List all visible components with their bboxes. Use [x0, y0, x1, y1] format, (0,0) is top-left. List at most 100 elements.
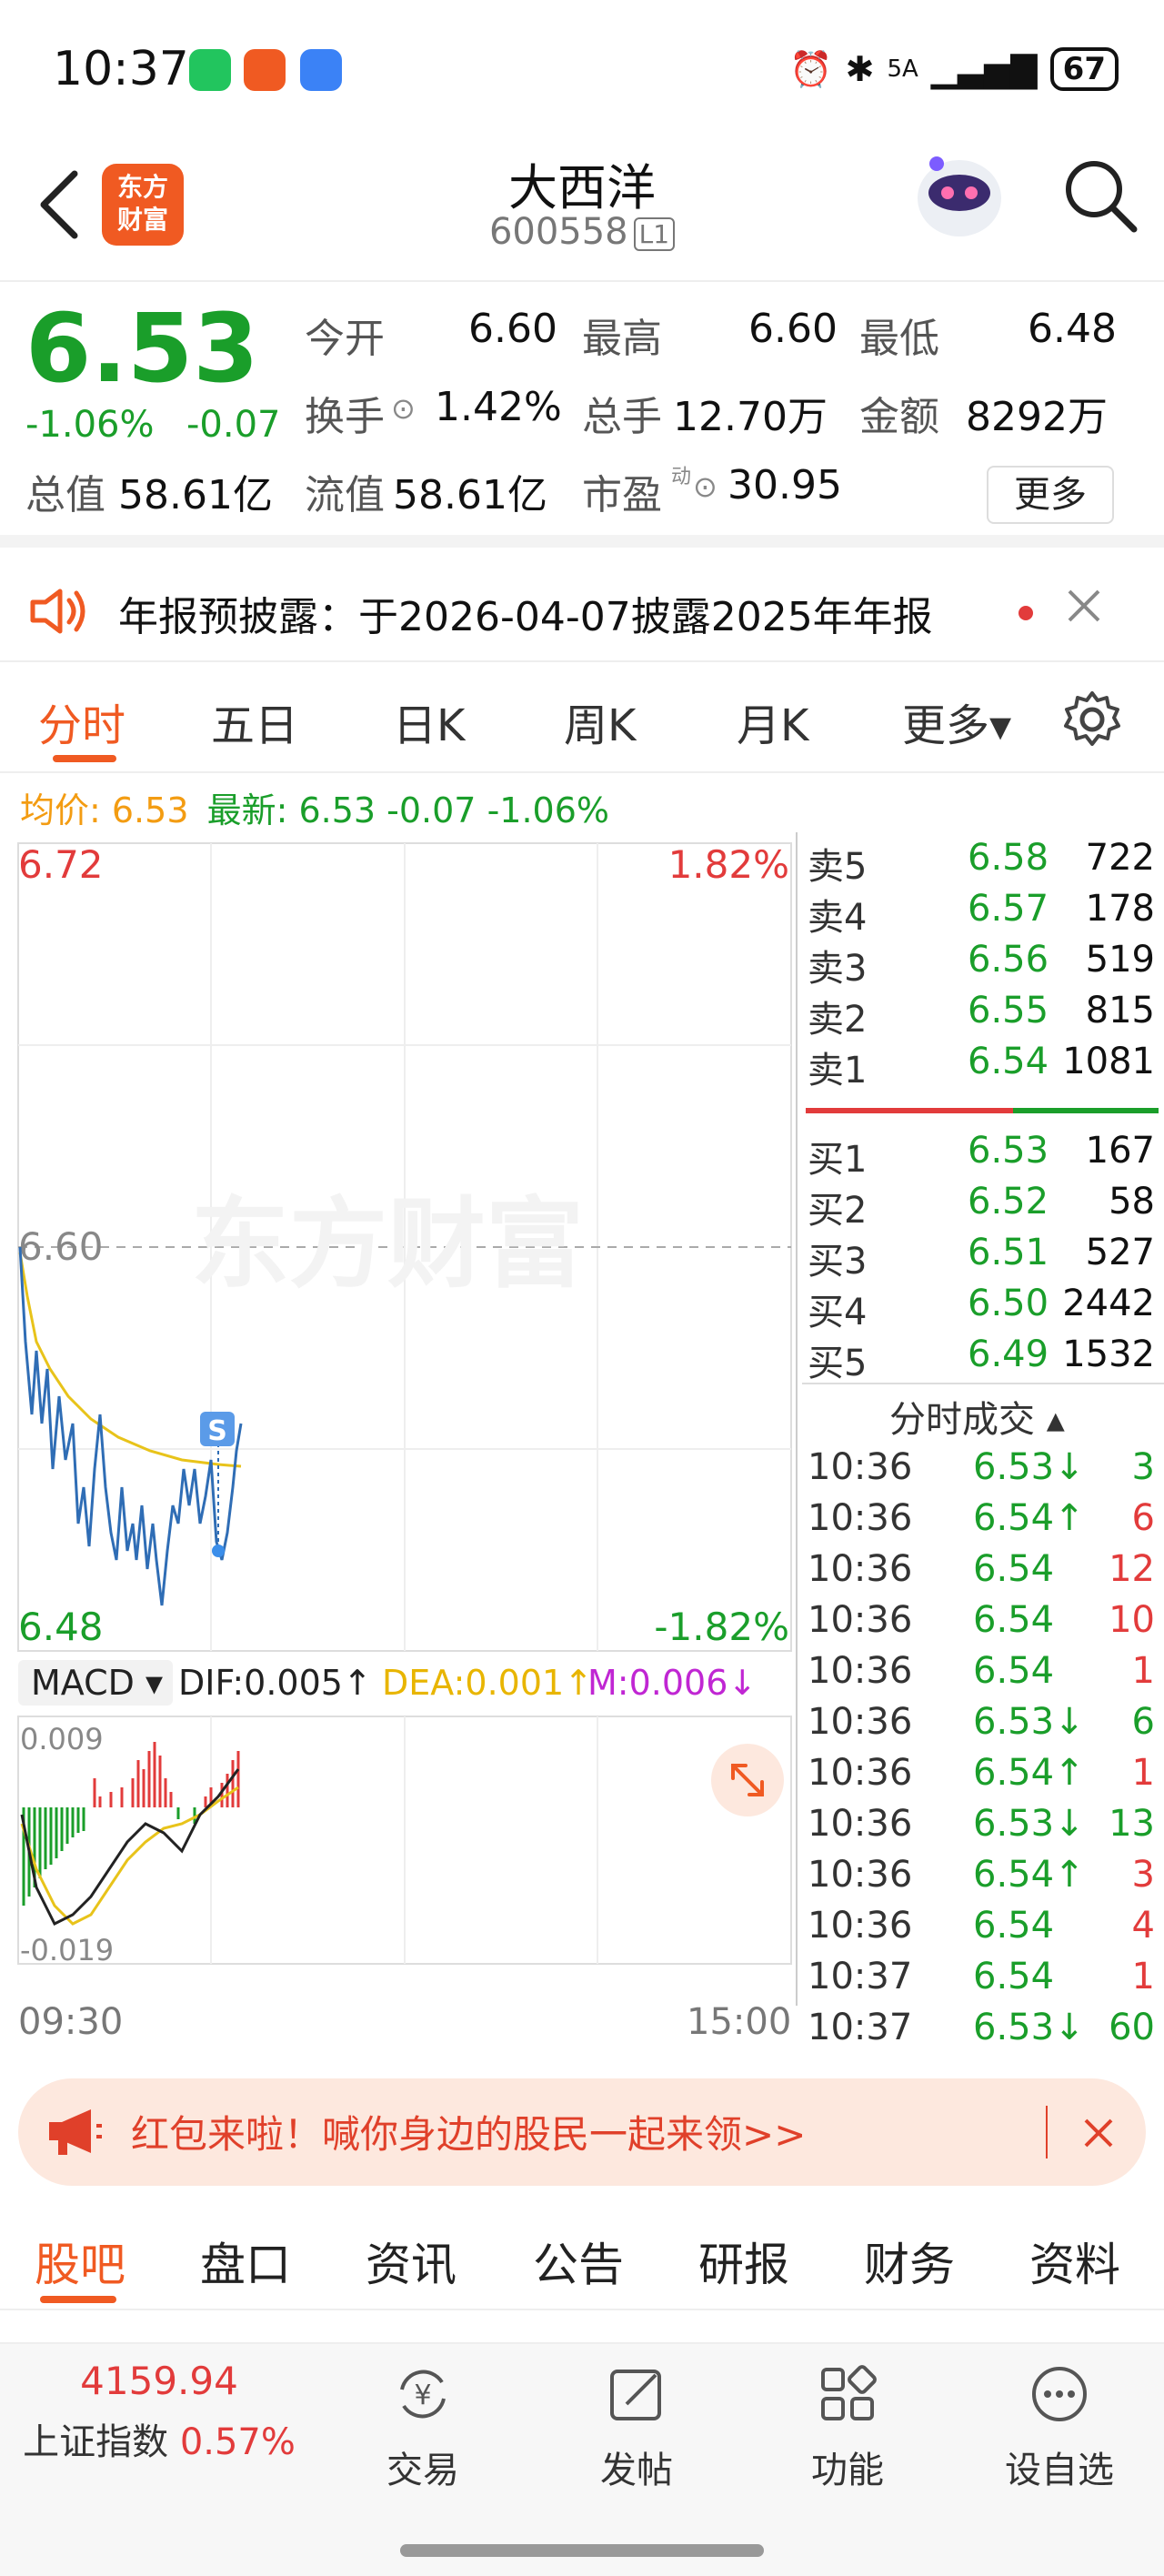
- tab-more[interactable]: 更多▾: [902, 689, 1011, 753]
- nav-trade-label: 交易: [386, 2450, 459, 2491]
- amount-label: 金额: [859, 394, 939, 440]
- promo-divider: [1046, 2106, 1048, 2158]
- close-icon[interactable]: [1082, 2117, 1115, 2149]
- volume-label: 总手: [582, 394, 662, 440]
- dif-line: [20, 1768, 240, 1927]
- tick-row: 10:37 6.54 1: [808, 1956, 1155, 1997]
- index-name: 上证指数: [23, 2421, 169, 2463]
- tick-row: 10:36 6.54 1: [808, 1650, 1155, 1692]
- macd-selector-label: MACD ▾: [31, 1663, 163, 1703]
- status-icons: ⏰ ✱ 5A ▁▃▅▇ 67: [789, 47, 1119, 91]
- alarm-icon: ⏰: [789, 48, 833, 89]
- macd-dif: DIF:0.005↑: [178, 1663, 372, 1703]
- info-icon[interactable]: ⊙: [391, 391, 416, 426]
- voice-app-icon: [300, 49, 342, 91]
- tab-market-depth[interactable]: 盘口: [200, 2229, 291, 2294]
- robot-assistant-icon[interactable]: [909, 146, 1009, 246]
- ask-row[interactable]: 卖3 6.56 519: [802, 939, 1164, 990]
- price-low-label: 6.48: [18, 1605, 104, 1649]
- battery-indicator: 67: [1049, 47, 1119, 91]
- network-label: 5A: [887, 55, 918, 83]
- stock-code: 600558: [488, 211, 628, 253]
- nav-add-watchlist[interactable]: 设自选: [987, 2362, 1132, 2493]
- trade-yen-icon: ¥: [400, 2370, 446, 2419]
- settings-gear-icon[interactable]: [1062, 689, 1122, 750]
- tick-row: 10:36 6.53↓ 6: [808, 1701, 1155, 1743]
- promo-banner[interactable]: 红包来啦！喊你身边的股民一起来领>>: [18, 2078, 1146, 2186]
- tab-research[interactable]: 研报: [698, 2229, 789, 2294]
- search-icon[interactable]: [1059, 155, 1141, 236]
- status-bar: 10:37 ⏰ ✱ 5A ▁▃▅▇ 67: [0, 0, 1164, 136]
- bid-row[interactable]: 买3 6.51 527: [802, 1232, 1164, 1283]
- ask-row[interactable]: 卖2 6.55 815: [802, 990, 1164, 1041]
- tab-forum[interactable]: 股吧: [35, 2229, 125, 2294]
- tick-row: 10:36 6.54 10: [808, 1599, 1155, 1641]
- ask-row[interactable]: 卖4 6.57 178: [802, 888, 1164, 939]
- nav-trade[interactable]: ¥ 交易: [350, 2362, 496, 2493]
- tab-announcements[interactable]: 公告: [533, 2229, 624, 2294]
- notice-bar[interactable]: 年报预披露：于2026-04-07披露2025年年报: [0, 560, 1164, 662]
- pe-label: 市盈: [582, 472, 662, 518]
- pe-info-icon[interactable]: ⊙: [693, 469, 717, 504]
- low-value: 6.48: [1028, 306, 1117, 352]
- tab-intraday[interactable]: 分时: [38, 689, 125, 753]
- macd-dea: DEA:0.001↑: [382, 1663, 593, 1703]
- tab-profile[interactable]: 资料: [1029, 2229, 1120, 2294]
- quote-panel: 6.53 -1.06% -0.07 今开 6.60 最高 6.60 最低 6.4…: [0, 284, 1164, 548]
- ask-row[interactable]: 卖5 6.58 722: [802, 837, 1164, 888]
- time-axis-end: 15:00: [687, 2001, 792, 2043]
- divider: [802, 1383, 1164, 1384]
- ask-row[interactable]: 卖1 6.54 1081: [802, 1041, 1164, 1092]
- macd-min-label: -0.019: [20, 1933, 114, 1967]
- tick-row: 10:36 6.54↑ 1: [808, 1752, 1155, 1794]
- float-label: 流值: [305, 472, 385, 518]
- bid-row[interactable]: 买1 6.53 167: [802, 1130, 1164, 1181]
- nav-functions-label: 功能: [811, 2450, 884, 2491]
- mktcap-value: 58.61亿: [118, 472, 273, 518]
- close-icon[interactable]: [1066, 588, 1102, 624]
- s-marker-label: S: [207, 1415, 227, 1447]
- content-tabs: 股吧 盘口 资讯 公告 研报 财务 资料: [0, 2201, 1164, 2310]
- nav-functions[interactable]: 功能: [775, 2362, 920, 2493]
- nav-add-watchlist-label: 设自选: [1005, 2450, 1114, 2491]
- more-button[interactable]: 更多: [987, 466, 1114, 524]
- index-value: 4159.94: [80, 2359, 238, 2403]
- macd-m: M:0.006↓: [587, 1663, 757, 1703]
- latest-point-marker: [212, 1545, 225, 1557]
- tab-weekly-k[interactable]: 周K: [564, 689, 636, 753]
- tab-daily-k[interactable]: 日K: [393, 689, 465, 753]
- bid-row[interactable]: 买4 6.50 2442: [802, 1283, 1164, 1333]
- active-tab-indicator: [53, 755, 116, 762]
- bid-row[interactable]: 买5 6.49 1532: [802, 1333, 1164, 1384]
- mktcap-label: 总值: [25, 472, 105, 518]
- home-indicator[interactable]: [400, 2544, 764, 2557]
- east-money-app-icon: [244, 49, 286, 91]
- tick-row: 10:37 6.53↓ 60: [808, 2007, 1155, 2048]
- low-label: 最低: [859, 316, 939, 362]
- ref-price-label: 6.60: [18, 1224, 104, 1269]
- svg-text:¥: ¥: [414, 2380, 431, 2411]
- chart-legend: 均价: 6.53 最新: 6.53 -0.07 -1.06%: [20, 782, 609, 832]
- edit-post-icon: [610, 2370, 661, 2420]
- tick-list-header[interactable]: 分时成交 ▴: [889, 1390, 1065, 1443]
- tab-monthly-k[interactable]: 月K: [737, 689, 808, 753]
- status-time: 10:37: [53, 42, 189, 96]
- bid-row[interactable]: 买2 6.52 58: [802, 1181, 1164, 1232]
- last-price: 6.53: [25, 293, 259, 404]
- stock-header: 东方 财富 大西洋 600558 L1: [0, 136, 1164, 282]
- tab-five-day[interactable]: 五日: [211, 689, 298, 753]
- macd-histogram: [22, 1742, 240, 1906]
- tab-financials[interactable]: 财务: [864, 2229, 955, 2294]
- watermark: 东方财富: [191, 1188, 584, 1302]
- price-high-label: 6.72: [18, 842, 104, 887]
- volume-value: 12.70万: [673, 394, 828, 440]
- intraday-chart[interactable]: 东方财富 6.72 1.82% 6.60 6.48 -1.82% S MACD …: [0, 832, 802, 2006]
- open-label: 今开: [305, 316, 385, 362]
- nav-post[interactable]: 发帖: [564, 2362, 709, 2493]
- tab-news[interactable]: 资讯: [366, 2229, 457, 2294]
- speaker-icon: [30, 589, 85, 634]
- nav-post-label: 发帖: [600, 2450, 673, 2491]
- turnover-label: 换手: [305, 394, 385, 440]
- tick-row: 10:36 6.54↑ 3: [808, 1854, 1155, 1896]
- index-ticker[interactable]: 4159.94 上证指数 0.57%: [9, 2359, 309, 2465]
